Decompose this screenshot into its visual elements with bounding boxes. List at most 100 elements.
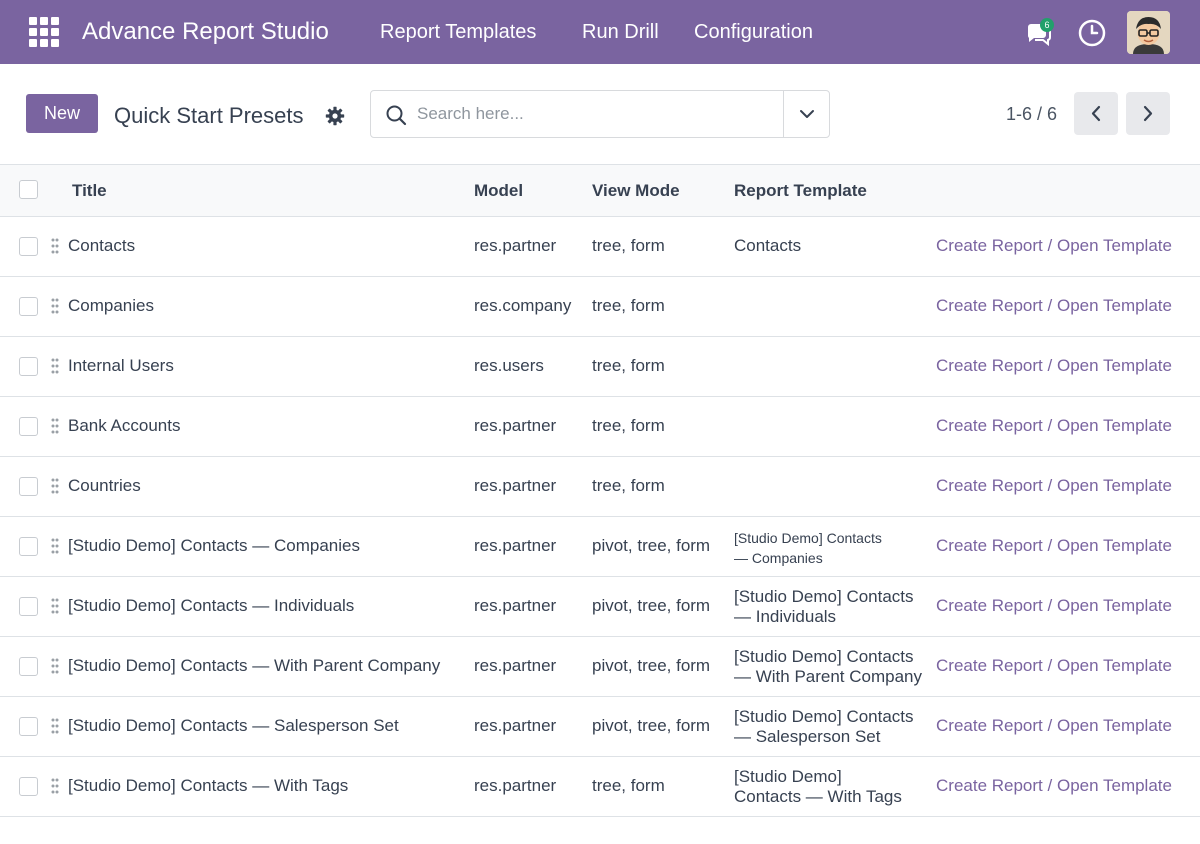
cell-model: res.partner [474, 596, 557, 615]
cell-report-template-line1: [Studio Demo] [734, 767, 842, 786]
row-checkbox[interactable] [19, 237, 38, 256]
drag-handle-icon[interactable] [51, 418, 59, 434]
pager-next-button[interactable] [1126, 92, 1170, 135]
pager-previous-button[interactable] [1074, 92, 1118, 135]
chevron-down-icon [800, 110, 814, 118]
create-report-link[interactable]: Create Report [936, 356, 1043, 375]
drag-handle-icon[interactable] [51, 778, 59, 794]
search-bar [370, 90, 830, 138]
row-actions: Create Report / Open Template [936, 776, 1172, 796]
search-icon[interactable] [385, 104, 407, 126]
row-checkbox[interactable] [19, 657, 38, 676]
cell-model: res.company [474, 296, 572, 315]
open-template-link[interactable]: Open Template [1057, 476, 1172, 495]
search-input[interactable] [417, 99, 777, 129]
row-actions: Create Report / Open Template [936, 476, 1172, 496]
drag-handle-icon[interactable] [51, 478, 59, 494]
menu-report-templates[interactable]: Report Templates [380, 18, 536, 46]
create-report-link[interactable]: Create Report [936, 596, 1043, 615]
column-header-title[interactable]: Title [72, 180, 107, 202]
cell-report-template: Contacts [734, 236, 802, 255]
cell-report-template: [Studio Demo] Contacts — With Tags [734, 767, 902, 807]
column-header-view-mode[interactable]: View Mode [592, 180, 680, 202]
new-button[interactable]: New [26, 94, 98, 133]
table-row[interactable]: Companies res.company tree, form Create … [0, 277, 1200, 337]
create-report-link[interactable]: Create Report [936, 476, 1043, 495]
cell-report-template-line2: Contacts — With Tags [734, 787, 902, 806]
user-avatar[interactable] [1127, 11, 1170, 54]
select-all-checkbox[interactable] [19, 180, 38, 199]
column-header-model[interactable]: Model [474, 180, 523, 202]
open-template-link[interactable]: Open Template [1057, 536, 1172, 555]
table-row[interactable]: [Studio Demo] Contacts — Individuals res… [0, 577, 1200, 637]
create-report-link[interactable]: Create Report [936, 716, 1043, 735]
row-checkbox[interactable] [19, 297, 38, 316]
cell-view-mode: tree, form [592, 776, 665, 795]
cell-title: Countries [68, 476, 141, 495]
table-row[interactable]: Contacts res.partner tree, form Contacts… [0, 217, 1200, 277]
grid-apps-icon[interactable] [29, 17, 59, 47]
row-checkbox[interactable] [19, 777, 38, 796]
create-report-link[interactable]: Create Report [936, 416, 1043, 435]
table-row[interactable]: [Studio Demo] Contacts — Companies res.p… [0, 517, 1200, 577]
table-header: Title Model View Mode Report Template [0, 164, 1200, 217]
action-separator: / [1047, 596, 1053, 615]
create-report-link[interactable]: Create Report [936, 536, 1043, 555]
drag-handle-icon[interactable] [51, 598, 59, 614]
clock-icon[interactable] [1077, 18, 1107, 48]
table-row[interactable]: Countries res.partner tree, form Create … [0, 457, 1200, 517]
table-row[interactable]: [Studio Demo] Contacts — With Tags res.p… [0, 757, 1200, 817]
row-checkbox[interactable] [19, 717, 38, 736]
drag-handle-icon[interactable] [51, 658, 59, 674]
open-template-link[interactable]: Open Template [1057, 356, 1172, 375]
open-template-link[interactable]: Open Template [1057, 776, 1172, 795]
cell-report-template-line1: [Studio Demo] Contacts [734, 647, 914, 666]
open-template-link[interactable]: Open Template [1057, 596, 1172, 615]
menu-run-drill[interactable]: Run Drill [582, 18, 659, 46]
open-template-link[interactable]: Open Template [1057, 716, 1172, 735]
cell-view-mode: pivot, tree, form [592, 716, 711, 735]
drag-handle-icon[interactable] [51, 298, 59, 314]
chevron-left-icon [1091, 105, 1101, 122]
row-actions: Create Report / Open Template [936, 416, 1172, 436]
table-row[interactable]: Bank Accounts res.partner tree, form Cre… [0, 397, 1200, 457]
search-options-toggle[interactable] [783, 91, 829, 137]
action-separator: / [1047, 236, 1053, 255]
create-report-link[interactable]: Create Report [936, 296, 1043, 315]
row-actions: Create Report / Open Template [936, 356, 1172, 376]
row-checkbox[interactable] [19, 597, 38, 616]
row-checkbox[interactable] [19, 357, 38, 376]
open-template-link[interactable]: Open Template [1057, 296, 1172, 315]
table-row[interactable]: [Studio Demo] Contacts — Salesperson Set… [0, 697, 1200, 757]
drag-handle-icon[interactable] [51, 718, 59, 734]
open-template-link[interactable]: Open Template [1057, 236, 1172, 255]
row-checkbox[interactable] [19, 417, 38, 436]
cell-view-mode: pivot, tree, form [592, 596, 711, 615]
open-template-link[interactable]: Open Template [1057, 656, 1172, 675]
create-report-link[interactable]: Create Report [936, 656, 1043, 675]
cell-title: Bank Accounts [68, 416, 181, 435]
row-actions: Create Report / Open Template [936, 296, 1172, 316]
drag-handle-icon[interactable] [51, 358, 59, 374]
table-row[interactable]: [Studio Demo] Contacts — With Parent Com… [0, 637, 1200, 697]
app-brand[interactable]: Advance Report Studio [82, 16, 329, 48]
cell-view-mode: tree, form [592, 416, 665, 435]
column-header-report-template[interactable]: Report Template [734, 180, 867, 202]
create-report-link[interactable]: Create Report [936, 776, 1043, 795]
gear-icon[interactable] [325, 106, 345, 126]
create-report-link[interactable]: Create Report [936, 236, 1043, 255]
drag-handle-icon[interactable] [51, 538, 59, 554]
row-checkbox[interactable] [19, 537, 38, 556]
cell-view-mode: tree, form [592, 476, 665, 495]
cell-report-template: [Studio Demo] Contacts — Individuals [734, 587, 914, 627]
row-checkbox[interactable] [19, 477, 38, 496]
cell-title: Internal Users [68, 356, 174, 375]
action-separator: / [1047, 656, 1053, 675]
action-separator: / [1047, 296, 1053, 315]
open-template-link[interactable]: Open Template [1057, 416, 1172, 435]
menu-configuration[interactable]: Configuration [694, 18, 813, 46]
table-row[interactable]: Internal Users res.users tree, form Crea… [0, 337, 1200, 397]
pager-value[interactable]: 1-6 / 6 [1006, 103, 1057, 125]
page-title[interactable]: Quick Start Presets [114, 102, 304, 130]
drag-handle-icon[interactable] [51, 238, 59, 254]
